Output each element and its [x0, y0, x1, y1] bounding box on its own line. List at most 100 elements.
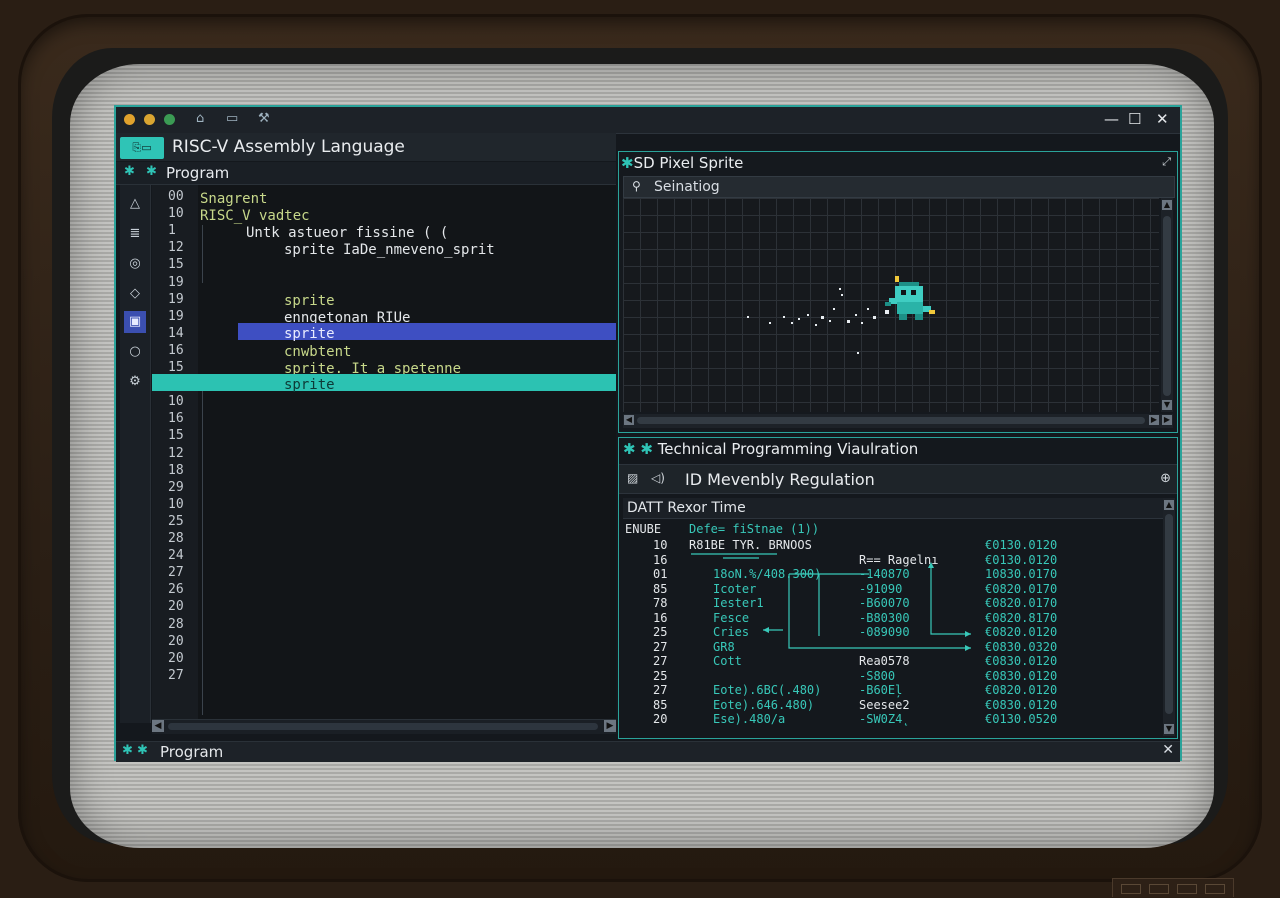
maximize-dot-icon[interactable] — [164, 114, 175, 125]
close-dot-icon[interactable] — [124, 114, 135, 125]
indent-guide — [202, 375, 203, 715]
line-number: 15 — [168, 428, 184, 444]
scroll-thumb[interactable] — [637, 417, 1145, 424]
code-line: cnwbtent — [284, 344, 352, 360]
line-number: 20 — [168, 633, 184, 649]
minimize-dot-icon[interactable] — [144, 114, 155, 125]
diamond-icon[interactable]: ◇ — [124, 283, 146, 305]
window-icon[interactable]: ▭ — [226, 111, 238, 126]
canvas-vertical-scrollbar[interactable]: ▲ ▼ — [1161, 198, 1173, 412]
line-number: 26 — [168, 582, 184, 598]
line-number: 1 — [168, 223, 176, 239]
monitor-ports — [1112, 878, 1234, 897]
grid-icon[interactable]: ▣ — [124, 311, 146, 333]
line-number: 24 — [168, 548, 184, 564]
maximize-icon[interactable]: ☐ — [1128, 110, 1141, 128]
code-line: sprite — [284, 293, 335, 309]
line-number: 10 — [168, 496, 184, 512]
sprite-pane-toolbar: ⚲ Seinatiog — [623, 176, 1175, 198]
app-title: RISC-V Assembly Language — [172, 137, 405, 157]
line-number: 10 — [168, 394, 184, 410]
app-window: ⌂ ▭ ⚒ — ☐ ✕ ⎘▭ RISC-V Assembly Language … — [114, 105, 1182, 762]
line-number: 12 — [168, 240, 184, 256]
indent-guide — [202, 225, 203, 283]
home-icon[interactable]: ⌂ — [196, 111, 204, 126]
editor-horizontal-scrollbar[interactable]: ◀ ▶ — [152, 719, 616, 734]
program-panel-header: ✱ ✱ Program — [116, 162, 616, 185]
line-number: 27 — [168, 667, 184, 683]
current-line-highlight — [152, 374, 616, 391]
line-number: 16 — [168, 342, 184, 358]
line-number: 15 — [168, 360, 184, 375]
sprite-pane-title: SD Pixel Sprite — [633, 154, 744, 172]
asterisk-icon: ✱ — [124, 164, 135, 179]
line-number: 28 — [168, 531, 184, 546]
scroll-left-icon[interactable]: ◀ — [624, 415, 634, 425]
scroll-down-icon[interactable]: ▼ — [1164, 724, 1174, 734]
line-number-gutter: 0010112151919191416158010161512182910252… — [152, 185, 198, 723]
gear-icon[interactable]: ⚙ — [124, 371, 146, 393]
code-line: Snagrent — [200, 191, 268, 207]
sprite-pane-header: ✱SD Pixel Sprite — [621, 154, 743, 172]
scroll-thumb[interactable] — [168, 723, 598, 730]
table-vertical-scrollbar[interactable]: ▲ ▼ — [1163, 498, 1175, 736]
circle-icon[interactable]: ○ — [124, 341, 146, 363]
bottom-status-bar: ✱ ✱ Program ✕ — [116, 741, 1180, 762]
line-number: 20 — [168, 650, 184, 666]
asterisk-icon: ✱ — [146, 164, 157, 179]
user-icon: ⚲ — [632, 179, 641, 193]
scroll-thumb[interactable] — [1165, 514, 1173, 714]
scroll-down-icon[interactable]: ▼ — [1162, 400, 1172, 410]
close-icon[interactable]: ✕ — [1156, 110, 1169, 128]
asterisk-icon: ✱ ✱ — [122, 743, 148, 758]
code-editor[interactable]: Snagrent RISC_V vadtec Untk astueor fissin… — [198, 185, 616, 723]
scroll-up-icon[interactable]: ▲ — [1164, 500, 1174, 510]
app-badge-icon: ⎘▭ — [120, 137, 164, 159]
code-line: Untk astueor fissine ( ( — [246, 225, 449, 241]
tool-sidebar: △ ≣ ◎ ◇ ▣ ○ ⚙ — [120, 185, 151, 723]
expand-icon[interactable]: ⤢ — [1162, 155, 1171, 169]
code-line: sprite — [284, 326, 335, 342]
scroll-right-icon[interactable]: ▶ — [604, 720, 616, 732]
minimize-icon[interactable]: — — [1104, 110, 1119, 128]
code-line: sprite — [284, 377, 335, 393]
scroll-left-icon[interactable]: ◀ — [152, 720, 164, 732]
line-number: 18 — [168, 462, 184, 478]
code-line: sprite IaDe_nmeveno_sprit — [284, 242, 495, 258]
add-circle-icon[interactable]: ⊕ — [1160, 471, 1171, 486]
line-number: 14 — [168, 325, 184, 341]
line-number: 20 — [168, 599, 184, 615]
pixel-sprite-pane: ✱SD Pixel Sprite ⤢ ⚲ Seinatiog ▲ ▼ ◀ ▶ ▶ — [618, 151, 1178, 433]
sprite-canvas[interactable] — [623, 198, 1159, 412]
line-number: 19 — [168, 291, 184, 307]
line-number: 16 — [168, 411, 184, 427]
scroll-right-icon[interactable]: ▶ — [1162, 415, 1172, 425]
pixel-sprite-icon — [747, 276, 935, 354]
sprite-pane-subtitle: Seinatiog — [654, 179, 720, 195]
asterisk-icon: ✱ — [621, 154, 634, 172]
line-number: 10 — [168, 206, 184, 222]
canvas-horizontal-scrollbar[interactable]: ◀ ▶ ▶ — [623, 414, 1173, 428]
tools-icon[interactable]: ⚒ — [258, 111, 270, 126]
code-line: RISC_V vadtec — [200, 208, 310, 224]
triangle-icon[interactable]: △ — [124, 193, 146, 215]
line-number: 12 — [168, 445, 184, 461]
line-number: 15 — [168, 257, 184, 273]
scroll-thumb[interactable] — [1163, 216, 1171, 396]
program-panel-label: Program — [166, 164, 230, 182]
line-number: 00 — [168, 189, 184, 204]
line-number: 19 — [168, 274, 184, 290]
close-panel-icon[interactable]: ✕ — [1162, 742, 1174, 758]
connector-arrows — [691, 553, 971, 651]
line-number: 19 — [168, 308, 184, 324]
visualization-pane: ✱ ✱ Technical Programming Viaulration ▨ … — [618, 437, 1178, 739]
status-label: Program — [160, 743, 224, 761]
compass-icon[interactable]: ◎ — [124, 253, 146, 275]
stack-icon[interactable]: ≣ — [124, 223, 146, 245]
line-number: 28 — [168, 616, 184, 632]
app-header: ⎘▭ RISC-V Assembly Language — [116, 133, 616, 161]
scroll-right-icon[interactable]: ▶ — [1149, 415, 1159, 425]
scroll-up-icon[interactable]: ▲ — [1162, 200, 1172, 210]
line-number: 27 — [168, 565, 184, 581]
line-number: 29 — [168, 479, 184, 495]
